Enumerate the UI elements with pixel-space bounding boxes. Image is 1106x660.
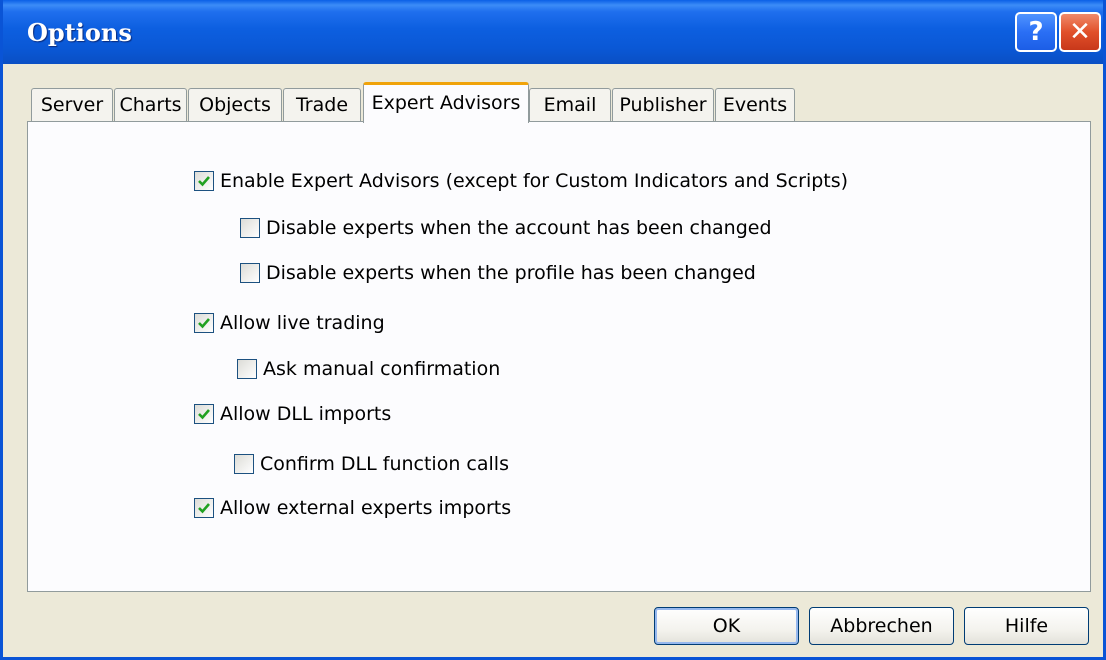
option-label: Disable experts when the account has bee… <box>266 217 772 239</box>
option-label: Allow DLL imports <box>220 403 392 425</box>
checkbox[interactable] <box>194 171 214 191</box>
tab-publisher[interactable]: Publisher <box>612 88 714 122</box>
option-ask-manual-confirmation[interactable]: Ask manual confirmation <box>237 356 500 382</box>
option-label: Enable Expert Advisors (except for Custo… <box>220 170 849 192</box>
cancel-button[interactable]: Abbrechen <box>809 607 954 645</box>
option-label: Allow live trading <box>220 312 385 334</box>
window-title: Options <box>27 18 132 47</box>
checkbox[interactable] <box>194 313 214 333</box>
option-label: Confirm DLL function calls <box>260 453 509 475</box>
checkmark-icon <box>198 176 210 187</box>
checkmark-icon <box>198 409 210 420</box>
tab-charts[interactable]: Charts <box>114 88 187 122</box>
close-icon[interactable]: ✕ <box>1059 12 1101 52</box>
tab-server[interactable]: Server <box>31 88 113 122</box>
checkbox[interactable] <box>234 454 254 474</box>
expert-advisors-panel: Enable Expert Advisors (except for Custo… <box>27 121 1091 592</box>
checkbox[interactable] <box>240 263 260 283</box>
title-bar[interactable]: Options ? ✕ <box>3 0 1103 64</box>
help-icon[interactable]: ? <box>1015 12 1057 52</box>
tab-events[interactable]: Events <box>715 88 795 122</box>
checkbox[interactable] <box>237 359 257 379</box>
options-dialog: Options ? ✕ Server Charts Objects Trade … <box>0 0 1106 660</box>
option-label: Allow external experts imports <box>220 497 512 519</box>
checkmark-icon <box>198 503 210 514</box>
option-disable-on-account-change[interactable]: Disable experts when the account has bee… <box>240 215 772 241</box>
option-allow-external-imports[interactable]: Allow external experts imports <box>194 495 511 521</box>
option-allow-dll-imports[interactable]: Allow DLL imports <box>194 401 391 427</box>
option-allow-live-trading[interactable]: Allow live trading <box>194 310 385 336</box>
option-enable-expert-advisors[interactable]: Enable Expert Advisors (except for Custo… <box>194 168 848 194</box>
checkbox[interactable] <box>240 218 260 238</box>
checkmark-icon <box>198 318 210 329</box>
checkbox[interactable] <box>194 404 214 424</box>
tab-trade[interactable]: Trade <box>283 88 361 122</box>
help-button[interactable]: Hilfe <box>964 607 1089 645</box>
option-label: Ask manual confirmation <box>263 358 501 380</box>
tab-email[interactable]: Email <box>529 88 611 122</box>
checkbox[interactable] <box>194 498 214 518</box>
tab-expert-advisors[interactable]: Expert Advisors <box>363 82 529 123</box>
option-label: Disable experts when the profile has bee… <box>266 262 756 284</box>
tab-objects[interactable]: Objects <box>188 88 282 122</box>
option-confirm-dll-calls[interactable]: Confirm DLL function calls <box>234 451 509 477</box>
option-disable-on-profile-change[interactable]: Disable experts when the profile has bee… <box>240 260 756 286</box>
ok-button[interactable]: OK <box>654 607 799 645</box>
